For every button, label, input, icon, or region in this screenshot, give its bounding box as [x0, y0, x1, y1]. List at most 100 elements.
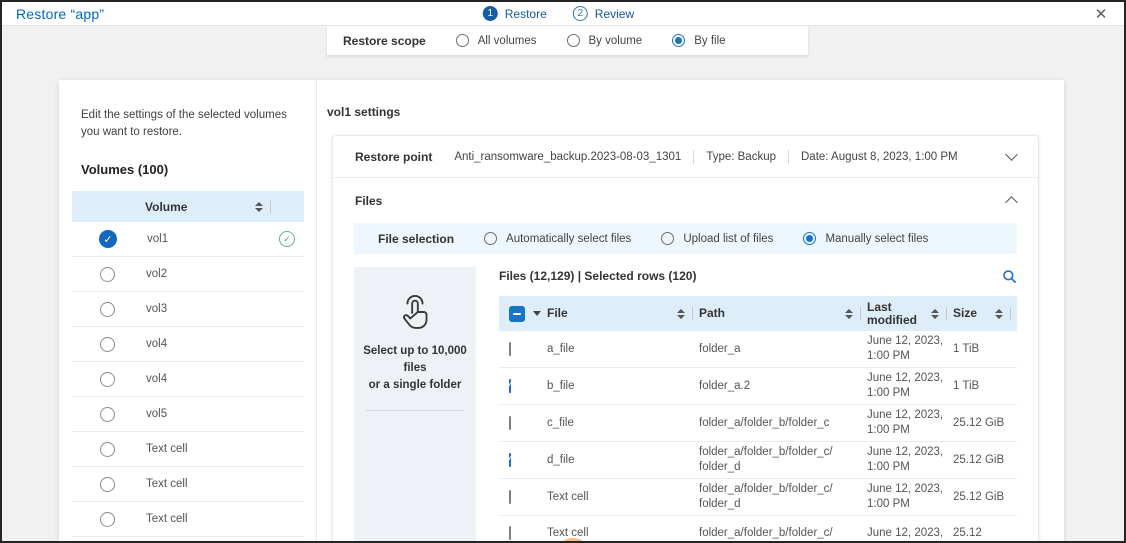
file-selection-bar: File selection Automatically select file… — [354, 223, 1017, 254]
volume-column-header: Volume — [145, 200, 187, 214]
volume-row[interactable]: vol4 — [72, 327, 304, 362]
scope-option-all-volumes[interactable]: All volumes — [456, 34, 537, 47]
sort-icon[interactable] — [255, 202, 263, 212]
restore-point-label: Restore point — [355, 150, 432, 164]
volume-radio[interactable] — [100, 337, 115, 352]
sort-icon[interactable] — [845, 309, 853, 319]
size-cell: 25.12 GiB — [953, 450, 1017, 471]
path-cell: folder_a/folder_b/folder_c — [699, 413, 867, 434]
file-row[interactable]: Text cell folder_a/folder_b/folder_c/ fo… — [499, 479, 1017, 516]
volume-row[interactable]: vol5 — [72, 397, 304, 432]
files-table: Files (12,129) | Selected rows (120) — [499, 267, 1017, 543]
file-row[interactable]: a_file folder_a June 12, 2023, 1:00 PM 1… — [499, 331, 1017, 368]
file-row[interactable]: b_file folder_a.2 June 12, 2023, 1:00 PM… — [499, 368, 1017, 405]
row-checkbox[interactable] — [509, 526, 511, 540]
search-button[interactable] — [1002, 269, 1017, 284]
row-checkbox[interactable] — [509, 416, 511, 430]
column-divider[interactable] — [270, 200, 271, 213]
radio-icon[interactable] — [803, 232, 816, 245]
file-selection-option-automatic[interactable]: Automatically select files — [484, 232, 631, 245]
close-icon[interactable] — [1092, 5, 1110, 23]
radio-icon[interactable] — [456, 34, 469, 47]
file-row[interactable]: c_file folder_a/folder_b/folder_c June 1… — [499, 405, 1017, 442]
select-dropdown-caret-icon[interactable] — [533, 311, 541, 316]
select-all-checkbox[interactable] — [509, 306, 525, 322]
volume-row[interactable]: vol2 — [72, 257, 304, 292]
volume-row[interactable]: vol1 — [72, 222, 304, 257]
row-checkbox[interactable] — [509, 379, 511, 393]
step-restore[interactable]: 1 Restore — [483, 6, 547, 21]
volume-radio[interactable] — [100, 407, 115, 422]
column-divider[interactable] — [1010, 307, 1011, 320]
volume-row[interactable]: Text cell — [72, 467, 304, 502]
step-number-badge: 2 — [573, 6, 588, 21]
column-divider[interactable] — [946, 307, 947, 320]
main-card: Edit the settings of the selected volume… — [59, 80, 1064, 543]
radio-icon[interactable] — [567, 34, 580, 47]
step-label: Restore — [505, 7, 547, 21]
radio-icon[interactable] — [661, 232, 674, 245]
volume-radio[interactable] — [100, 442, 115, 457]
row-checkbox[interactable] — [509, 453, 511, 467]
volume-radio[interactable] — [99, 230, 117, 248]
size-cell: 1 TiB — [953, 376, 1017, 397]
column-header-file[interactable]: File — [547, 307, 699, 320]
column-divider[interactable] — [860, 307, 861, 320]
file-selection-label: File selection — [378, 232, 454, 246]
volume-radio[interactable] — [100, 267, 115, 282]
file-name-cell: c_file — [547, 413, 699, 434]
volumes-title: Volumes (100) — [81, 162, 294, 177]
sort-icon[interactable] — [677, 309, 685, 319]
scope-option-by-volume[interactable]: By volume — [567, 34, 643, 47]
modified-cell: June 12, 2023, 1:00 PM — [867, 405, 953, 441]
file-row[interactable]: d_file folder_a/folder_b/folder_c/ folde… — [499, 442, 1017, 479]
file-name-cell: b_file — [547, 376, 699, 397]
volume-row[interactable]: Text cell — [72, 432, 304, 467]
restore-point-expand-button[interactable] — [1007, 154, 1016, 159]
volume-row[interactable]: vol4 — [72, 362, 304, 397]
tap-hand-icon — [398, 293, 432, 331]
modified-cell: June 12, 2023, — [867, 523, 953, 543]
file-selection-option-upload[interactable]: Upload list of files — [661, 232, 773, 245]
volume-radio[interactable] — [100, 372, 115, 387]
column-header-path[interactable]: Path — [699, 307, 867, 320]
path-cell: folder_a/folder_b/folder_c/ folder_d — [699, 442, 867, 478]
volume-radio[interactable] — [100, 512, 115, 527]
volume-radio[interactable] — [100, 477, 115, 492]
path-cell: folder_a/folder_b/folder_c/ — [699, 523, 867, 543]
file-selection-option-manual[interactable]: Manually select files — [803, 232, 928, 245]
restore-point-type: Type: Backup — [706, 151, 776, 163]
radio-icon[interactable] — [672, 34, 685, 47]
files-count-label: Files (12,129) | Selected rows (120) — [499, 269, 696, 283]
volume-row[interactable]: Text cell — [72, 502, 304, 537]
sort-icon[interactable] — [931, 309, 939, 319]
volumes-table-header: Volume — [72, 191, 304, 222]
row-checkbox[interactable] — [509, 490, 511, 504]
restore-point-row: Restore point Anti_ransomware_backup.202… — [333, 136, 1038, 178]
volumes-panel: Edit the settings of the selected volume… — [59, 80, 317, 543]
volumes-table: Volume vol1 vol2 vol3 — [72, 191, 304, 537]
hint-text: Select up to 10,000 files or a single fo… — [354, 343, 476, 394]
column-header-modified[interactable]: Last modified — [867, 301, 953, 327]
restore-scope-bar: Restore scope All volumes By volume By f… — [327, 26, 808, 55]
path-cell: folder_a.2 — [699, 376, 867, 397]
page-title: Restore “app” — [16, 6, 104, 22]
search-icon — [1002, 269, 1017, 284]
modified-cell: June 12, 2023, 1:00 PM — [867, 368, 953, 404]
sort-icon[interactable] — [995, 309, 1003, 319]
files-body: Select up to 10,000 files or a single fo… — [333, 254, 1038, 543]
step-review[interactable]: 2 Review — [573, 6, 634, 21]
column-divider[interactable] — [692, 307, 693, 320]
files-table-summary: Files (12,129) | Selected rows (120) — [499, 267, 1017, 285]
volumes-description: Edit the settings of the selected volume… — [81, 107, 294, 141]
row-checkbox[interactable] — [509, 342, 511, 356]
radio-icon[interactable] — [484, 232, 497, 245]
column-header-size[interactable]: Size — [953, 307, 1017, 320]
volume-row[interactable]: vol3 — [72, 292, 304, 327]
modified-cell: June 12, 2023, 1:00 PM — [867, 331, 953, 367]
files-collapse-button[interactable] — [1007, 194, 1016, 207]
scope-option-by-file[interactable]: By file — [672, 34, 725, 47]
restore-point-value: Anti_ransomware_backup.2023-08-03_1301 — [454, 151, 681, 163]
select-all-cell — [499, 306, 547, 322]
volume-radio[interactable] — [100, 302, 115, 317]
